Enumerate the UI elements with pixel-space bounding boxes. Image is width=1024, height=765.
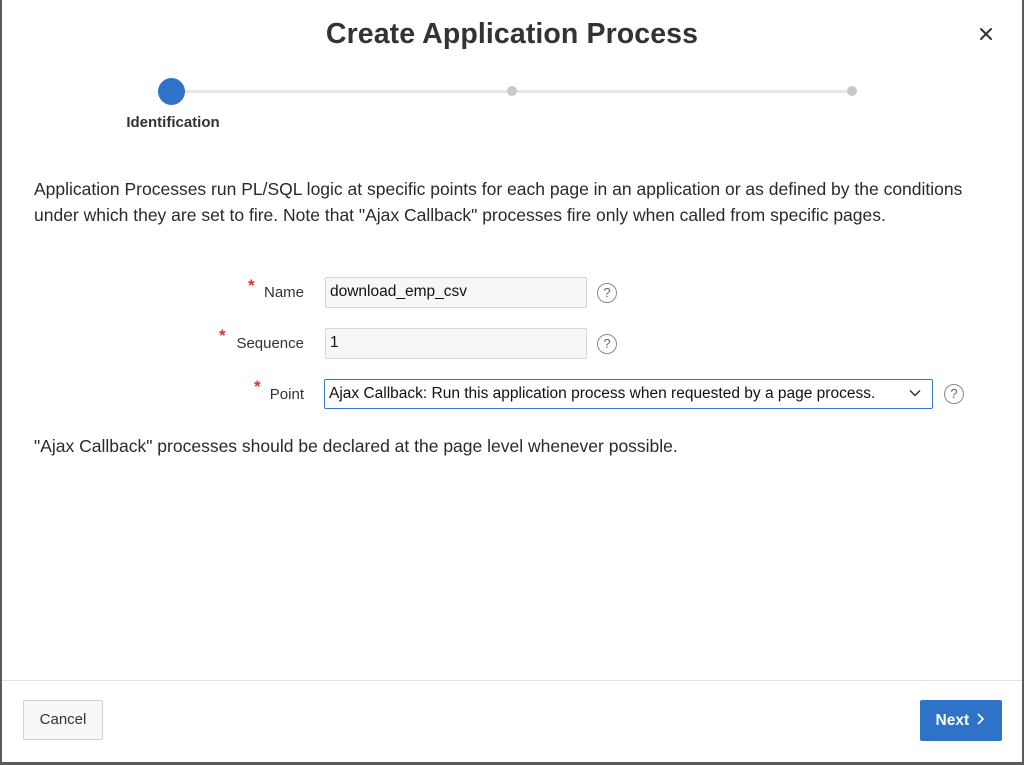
create-application-process-dialog: Create Application Process Identificatio…	[2, 0, 1022, 762]
name-label: Name	[263, 284, 304, 301]
next-button-label: Next	[935, 712, 970, 729]
wizard-step-1-dot	[158, 78, 185, 105]
wizard-step-3-dot	[847, 86, 857, 96]
point-select-value: Ajax Callback: Run this application proc…	[329, 385, 876, 402]
sequence-label: Sequence	[236, 335, 304, 352]
description-text: Application Processes run PL/SQL logic a…	[34, 179, 963, 225]
next-button[interactable]: Next	[920, 700, 1002, 741]
point-help-icon[interactable]: ?	[944, 384, 964, 404]
name-help-icon[interactable]: ?	[597, 283, 617, 303]
dialog-title: Create Application Process	[325, 18, 699, 50]
close-icon[interactable]	[976, 24, 996, 44]
ajax-callback-note: "Ajax Callback" processes should be decl…	[34, 436, 678, 456]
chevron-down-icon	[909, 389, 921, 397]
chevron-right-icon	[977, 713, 985, 725]
sequence-input[interactable]: 1	[325, 328, 587, 359]
footer-divider	[2, 680, 1022, 681]
wizard-step-2-dot	[507, 86, 517, 96]
point-select[interactable]: Ajax Callback: Run this application proc…	[324, 379, 933, 409]
sequence-help-icon[interactable]: ?	[597, 334, 617, 354]
wizard-step-1-label: Identification	[126, 114, 220, 131]
name-input[interactable]: download_emp_csv	[325, 277, 587, 308]
point-label: Point	[269, 386, 304, 403]
cancel-button[interactable]: Cancel	[23, 700, 103, 740]
